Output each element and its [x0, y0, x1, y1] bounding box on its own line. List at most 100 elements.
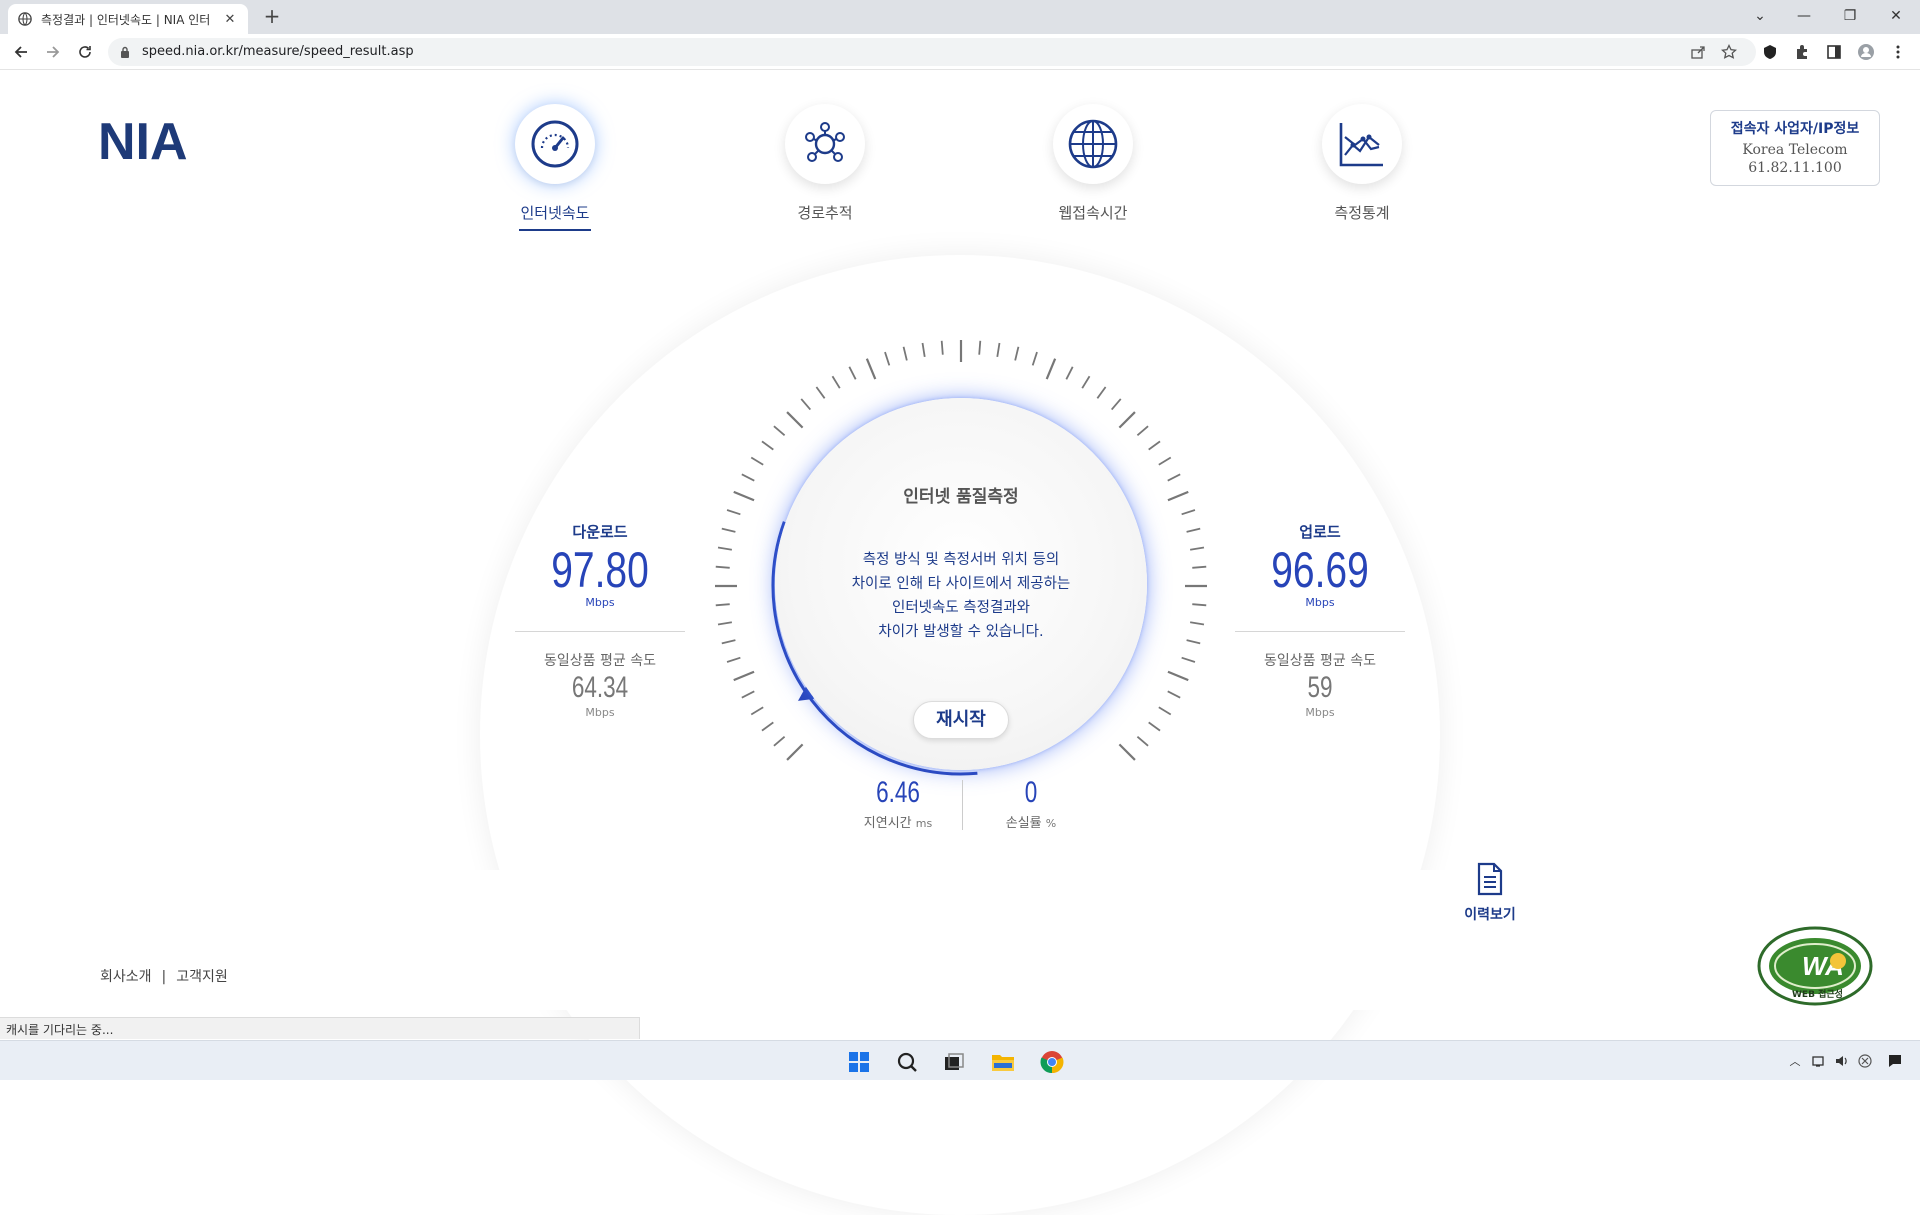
gauge-tick	[1167, 473, 1181, 482]
chrome-icon[interactable]	[1039, 1049, 1065, 1075]
gauge-tick	[1136, 425, 1149, 437]
gauge-tick	[902, 346, 908, 361]
restart-button[interactable]: 재시작	[913, 701, 1009, 739]
gauge-tick	[1186, 639, 1201, 645]
loss-label: 손실률	[1005, 816, 1042, 831]
file-explorer-icon[interactable]	[990, 1049, 1016, 1075]
gauge-tick	[1045, 358, 1057, 380]
gauge-tick	[800, 398, 812, 411]
gauge-tick	[773, 425, 786, 437]
loss-unit: %	[1045, 817, 1057, 830]
gauge-tick	[1118, 411, 1136, 429]
history-button[interactable]: 이력보기	[1455, 862, 1525, 924]
download-avg-value: 64.34	[571, 671, 629, 704]
upload-avg-unit: Mbps	[1305, 706, 1335, 719]
windows-start-icon[interactable]	[846, 1049, 872, 1075]
latency-unit: ms	[915, 817, 933, 830]
gauge-tick	[715, 603, 730, 607]
support-link[interactable]: 고객지원	[176, 969, 228, 985]
latency-label: 지연시간	[863, 816, 912, 831]
tray-chevron-icon[interactable]: ︿	[1787, 1053, 1803, 1069]
upload-panel: 업로드 96.69 Mbps 동일상품 평균 속도 59 Mbps	[1235, 521, 1405, 719]
gauge-notice: 측정 방식 및 측정서버 위치 등의 차이로 인해 타 사이트에서 제공하는 인…	[775, 548, 1147, 644]
gauge-tick	[1110, 398, 1122, 411]
footer-links: 회사소개 | 고객지원	[100, 966, 228, 986]
download-label: 다운로드	[572, 523, 628, 541]
chat-bubble-icon[interactable]	[1887, 1053, 1903, 1069]
gauge-tick	[1158, 456, 1172, 466]
status-bar: 캐시를 기다리는 중...	[0, 1017, 640, 1039]
document-icon	[1477, 862, 1503, 896]
download-panel: 다운로드 97.80 Mbps 동일상품 평균 속도 64.34 Mbps	[515, 521, 685, 719]
gauge-tick	[1167, 490, 1189, 502]
gauge-tick	[1192, 603, 1207, 607]
gauge-tick	[815, 386, 826, 399]
gauge-tick	[1065, 366, 1074, 380]
upload-avg-value: 59	[1307, 671, 1333, 704]
gauge-tick	[750, 706, 764, 716]
gauge-tick	[1167, 670, 1189, 682]
gauge-tick	[761, 721, 774, 732]
gauge-tick	[717, 546, 732, 551]
about-link[interactable]: 회사소개	[100, 969, 152, 985]
download-avg-label: 동일상품 평균 속도	[544, 653, 656, 669]
gauge-tick	[773, 735, 786, 747]
notice-line: 차이가 발생할 수 있습니다.	[878, 624, 1044, 640]
web-accessibility-badge[interactable]: WA WEB 접근성	[1756, 925, 1874, 1007]
badge-sub-text: WEB 접근성	[1792, 988, 1843, 1000]
gauge-tick	[1158, 706, 1172, 716]
windows-taskbar: ︿	[0, 1040, 1920, 1080]
gauge-center: 인터넷 품질측정 측정 방식 및 측정서버 위치 등의 차이로 인해 타 사이트…	[775, 398, 1147, 770]
notice-line: 측정 방식 및 측정서버 위치 등의	[862, 552, 1060, 568]
gauge-tick	[1186, 527, 1201, 533]
gauge-tick	[940, 340, 944, 355]
search-icon[interactable]	[894, 1049, 920, 1075]
gauge-tick	[750, 456, 764, 466]
gauge-tick	[741, 473, 755, 482]
gauge-tick	[848, 366, 857, 380]
gauge-tick	[721, 527, 736, 533]
gauge-tick	[1136, 735, 1149, 747]
gauge-tick	[726, 509, 741, 516]
wa-certification-logo: WA WEB 접근성	[1757, 926, 1873, 1006]
gauge-tick	[721, 639, 736, 645]
divider	[1235, 631, 1405, 632]
upload-value: 96.69	[1271, 542, 1369, 598]
gauge-tick	[978, 340, 982, 355]
gauge-tick	[1192, 565, 1207, 569]
notice-line: 차이로 인해 타 사이트에서 제공하는	[851, 576, 1071, 592]
network-icon[interactable]	[1811, 1053, 1827, 1069]
loss-value: 0	[1024, 776, 1038, 809]
gauge-tick	[1190, 621, 1205, 626]
history-label: 이력보기	[1464, 907, 1516, 923]
loss-stat: 0 손실률 %	[971, 776, 1091, 831]
gauge-tick	[831, 375, 841, 389]
gauge-tick	[1031, 351, 1038, 366]
gauge-tick	[1190, 546, 1205, 551]
upload-label: 업로드	[1299, 523, 1341, 541]
task-view-icon[interactable]	[941, 1049, 967, 1075]
notification-off-icon[interactable]	[1857, 1053, 1873, 1069]
download-avg-unit: Mbps	[585, 706, 615, 719]
gauge-tick	[715, 565, 730, 569]
gauge-tick	[884, 351, 891, 366]
gauge-tick	[717, 621, 732, 626]
gauge-tick	[726, 656, 741, 663]
gauge-tick	[1081, 375, 1091, 389]
gauge-tick	[786, 411, 804, 429]
gauge-tick	[1014, 346, 1020, 361]
volume-icon[interactable]	[1834, 1053, 1850, 1069]
divider	[515, 631, 685, 632]
upload-avg-label: 동일상품 평균 속도	[1264, 653, 1376, 669]
latency-caption: 지연시간 ms	[838, 812, 958, 831]
gauge-tick	[1096, 386, 1107, 399]
gauge-tick	[865, 358, 877, 380]
gauge-tick	[1148, 721, 1161, 732]
download-value: 97.80	[551, 542, 649, 598]
gauge-tick	[996, 342, 1001, 357]
gauge-tick	[1118, 743, 1136, 761]
gauge-tick	[761, 440, 774, 451]
latency-stat: 6.46 지연시간 ms	[838, 776, 958, 831]
gauge-tick	[1181, 509, 1196, 516]
notice-line: 인터넷속도 측정결과와	[891, 600, 1030, 616]
